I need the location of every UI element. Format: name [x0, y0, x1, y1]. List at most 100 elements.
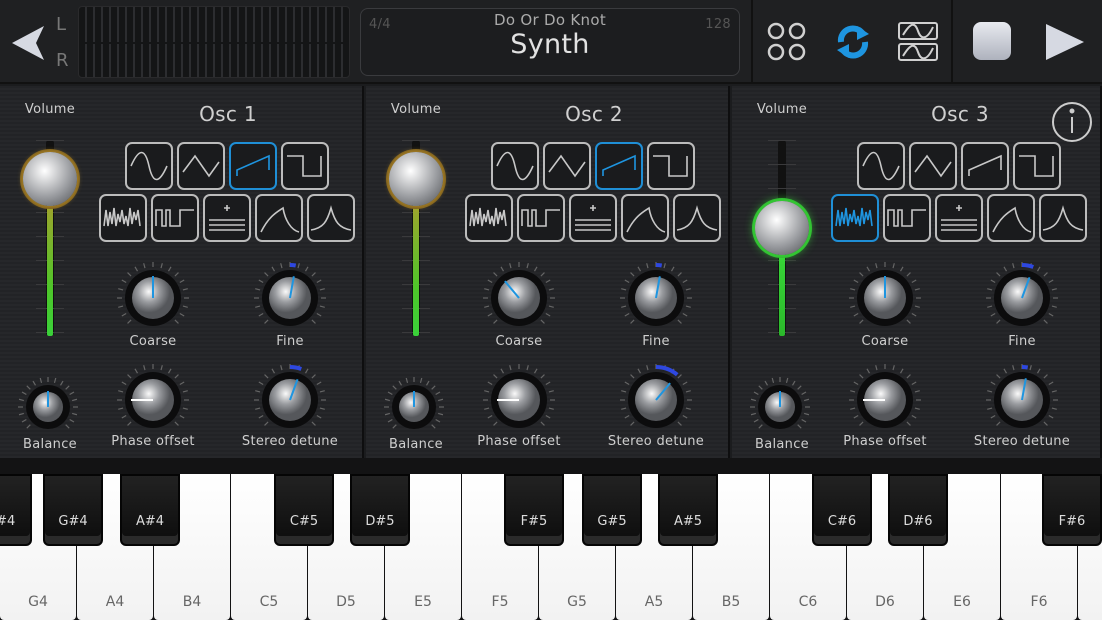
volume-slider-handle[interactable]	[389, 152, 443, 207]
instrument-name: Synth	[510, 29, 590, 60]
stereo-detune-knob[interactable]	[983, 361, 1061, 439]
black-key[interactable]: A#5	[658, 474, 718, 546]
oscillator-title: Osc 3	[931, 102, 989, 126]
fine-knob[interactable]	[983, 259, 1061, 337]
square-wave-icon	[653, 155, 688, 177]
waveform-sine-button[interactable]	[857, 142, 905, 190]
coarse-knob[interactable]	[846, 259, 924, 337]
pulse-wave-icon	[521, 209, 560, 227]
volume-slider-handle[interactable]	[755, 201, 809, 256]
dc-wave-icon	[941, 205, 977, 231]
coarse-label: Coarse	[861, 334, 909, 349]
play-icon[interactable]	[1044, 22, 1086, 62]
peak-wave-icon	[310, 205, 352, 231]
phase-offset-label: Phase offset	[111, 434, 195, 449]
loop-grid-icon[interactable]	[766, 21, 808, 63]
black-key[interactable]: D#6	[888, 474, 948, 546]
fine-knob[interactable]	[251, 259, 329, 337]
waveform-triangle-button[interactable]	[543, 142, 591, 190]
dc-wave-icon	[575, 205, 611, 231]
waveform-attack-decay-button[interactable]	[255, 194, 303, 242]
balance-knob[interactable]	[747, 374, 813, 440]
coarse-knob[interactable]	[480, 259, 558, 337]
sine-wave-icon	[130, 151, 168, 181]
stereo-detune-label: Stereo detune	[607, 434, 705, 449]
top-bar: L R 4/4 128 Do Or Do Knot Synth	[0, 0, 1102, 84]
black-key[interactable]: G#4	[43, 474, 103, 546]
fine-knob[interactable]	[617, 259, 695, 337]
coarse-label: Coarse	[129, 334, 177, 349]
dc-wave-icon	[209, 205, 245, 231]
level-meter	[78, 6, 350, 78]
triangle-wave-icon	[548, 154, 586, 178]
phase-offset-knob[interactable]	[846, 361, 924, 439]
waveform-sawtooth-button[interactable]	[961, 142, 1009, 190]
coarse-knob[interactable]	[114, 259, 192, 337]
waveform-pulse-button[interactable]	[151, 194, 199, 242]
waveform-sawtooth-button[interactable]	[229, 142, 277, 190]
black-key[interactable]: C#6	[812, 474, 872, 546]
volume-slider-handle[interactable]	[23, 152, 77, 207]
noise-wave-icon	[103, 207, 141, 227]
black-key[interactable]: A#4	[120, 474, 180, 546]
waveform-peak-button[interactable]	[307, 194, 355, 242]
pulse-wave-icon	[887, 209, 926, 227]
waveform-pulse-button[interactable]	[883, 194, 931, 242]
peak-wave-icon	[1042, 205, 1084, 231]
black-key[interactable]: D#5	[350, 474, 410, 546]
waveform-sine-button[interactable]	[125, 142, 173, 190]
oscillator-panel-3: Volume Osc 3 Coarse Fine Balance Phase offset…	[732, 86, 1102, 458]
phase-offset-knob[interactable]	[480, 361, 558, 439]
volume-label: Volume	[756, 102, 808, 117]
waveform-dc-button[interactable]	[935, 194, 983, 242]
black-key[interactable]: F#6	[1042, 474, 1102, 546]
waveform-peak-button[interactable]	[1039, 194, 1087, 242]
phase-offset-knob[interactable]	[114, 361, 192, 439]
noise-wave-icon	[835, 207, 873, 227]
waveform-triangle-button[interactable]	[177, 142, 225, 190]
waveform-noise-button[interactable]	[465, 194, 513, 242]
waveform-attack-decay-button[interactable]	[621, 194, 669, 242]
waveform-dc-button[interactable]	[569, 194, 617, 242]
phase-offset-label: Phase offset	[477, 434, 561, 449]
waveform-dc-button[interactable]	[203, 194, 251, 242]
waveform-pulse-button[interactable]	[517, 194, 565, 242]
waveform-noise-button[interactable]	[831, 194, 879, 242]
oscillator-title: Osc 1	[199, 102, 257, 126]
waveform-pair-icon[interactable]	[897, 22, 939, 62]
sawtooth-wave-icon	[968, 154, 1002, 176]
phase-offset-label: Phase offset	[843, 434, 927, 449]
coarse-label: Coarse	[495, 334, 543, 349]
stereo-detune-knob[interactable]	[251, 361, 329, 439]
waveform-noise-button[interactable]	[99, 194, 147, 242]
back-arrow-icon[interactable]	[10, 24, 46, 62]
waveform-sine-button[interactable]	[491, 142, 539, 190]
sawtooth-wave-icon	[236, 154, 270, 176]
oscillator-panel-2: Volume Osc 2 Coarse Fine Balance Phase offset…	[366, 86, 730, 458]
peak-wave-icon	[676, 205, 718, 231]
waveform-square-button[interactable]	[281, 142, 329, 190]
black-key[interactable]: F#5	[504, 474, 564, 546]
waveform-triangle-button[interactable]	[909, 142, 957, 190]
sine-wave-icon	[862, 151, 900, 181]
waveform-square-button[interactable]	[1013, 142, 1061, 190]
black-key[interactable]: C#5	[274, 474, 334, 546]
stereo-detune-knob[interactable]	[617, 361, 695, 439]
info-icon[interactable]	[1051, 101, 1093, 143]
fine-label: Fine	[276, 334, 304, 349]
black-key[interactable]: G#5	[582, 474, 642, 546]
balance-knob[interactable]	[381, 374, 447, 440]
stereo-detune-label: Stereo detune	[973, 434, 1071, 449]
attack-decay-wave-icon	[626, 206, 666, 233]
waveform-sawtooth-button[interactable]	[595, 142, 643, 190]
waveform-attack-decay-button[interactable]	[987, 194, 1035, 242]
triangle-wave-icon	[914, 154, 952, 178]
waveform-peak-button[interactable]	[673, 194, 721, 242]
sync-icon[interactable]	[833, 22, 873, 62]
black-key[interactable]: F#4	[0, 474, 32, 546]
song-display[interactable]: 4/4 128 Do Or Do Knot Synth	[360, 8, 740, 76]
waveform-square-button[interactable]	[647, 142, 695, 190]
oscillator-panel-1: Volume Osc 1 Coarse Fine Balance Phase offset…	[0, 86, 364, 458]
stop-icon[interactable]	[973, 22, 1011, 60]
balance-knob[interactable]	[15, 374, 81, 440]
